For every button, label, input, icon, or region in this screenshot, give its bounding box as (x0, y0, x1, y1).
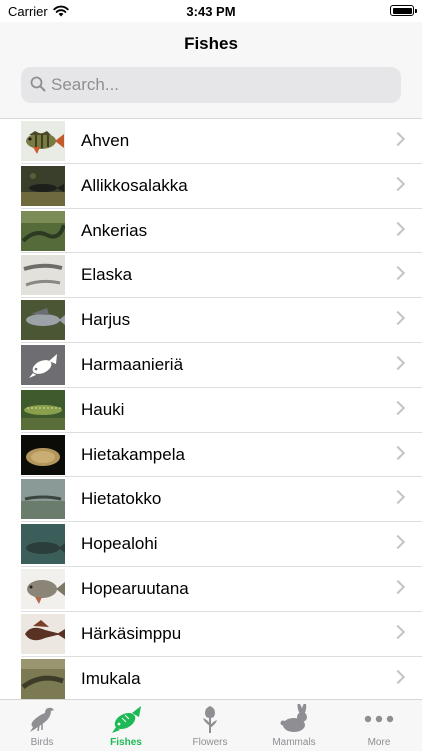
fish-thumbnail (21, 568, 65, 609)
list-item-label: Allikkosalakka (81, 175, 188, 195)
chevron-right-icon (390, 266, 406, 281)
status-bar: Carrier 3:43 PM (0, 0, 422, 22)
chevron-right-icon (390, 535, 406, 550)
tab-birds[interactable]: Birds (0, 700, 84, 751)
fish-thumbnail (21, 524, 65, 565)
status-time: 3:43 PM (186, 4, 236, 19)
battery-icon (390, 5, 417, 16)
list-item[interactable]: Allikkosalakka (0, 164, 422, 209)
list-item[interactable]: Hopealohi (0, 522, 422, 567)
fish-thumbnail (21, 300, 65, 341)
bird-icon (0, 704, 84, 734)
chevron-right-icon (390, 579, 406, 595)
search-bar[interactable] (21, 67, 401, 103)
fish-thumbnail (21, 613, 65, 654)
tab-more[interactable]: More (336, 700, 422, 751)
chevron-right-icon (390, 400, 406, 415)
page-title: Fishes (184, 34, 238, 53)
list-item-label: Hietatokko (81, 489, 162, 509)
fish-thumbnail (21, 389, 65, 430)
chevron-right-icon (390, 624, 406, 639)
chevron-right-icon (390, 311, 406, 326)
list-item-label: Imukala (81, 668, 141, 688)
search-icon (30, 76, 46, 97)
list-item-label: Hauki (81, 399, 125, 419)
list-item[interactable]: Hauki (0, 388, 422, 433)
chevron-right-icon (390, 490, 406, 505)
list-item[interactable]: Hietakampela (0, 433, 422, 478)
tab-label: More (367, 737, 391, 748)
list-item-label: Ankerias (81, 220, 148, 240)
tab-label: Flowers (192, 737, 228, 748)
list-item[interactable]: Hietatokko (0, 477, 422, 523)
fish-placeholder-thumbnail (21, 344, 65, 385)
tab-fishes[interactable]: Fishes (84, 700, 168, 751)
list-item-label: Hopearuutana (81, 578, 189, 598)
rabbit-icon (252, 704, 336, 734)
chevron-right-icon (390, 355, 406, 371)
navigation-bar: Fishes (0, 22, 422, 119)
tab-flowers[interactable]: Flowers (168, 700, 252, 751)
list-item[interactable]: Hopearuutana (0, 567, 422, 612)
tab-label: Mammals (272, 737, 316, 748)
list-item-label: Hietakampela (81, 444, 185, 464)
search-input[interactable] (51, 67, 391, 103)
list-item-label: Hopealohi (81, 534, 158, 554)
list-item[interactable]: Ankerias (0, 209, 422, 254)
list-item-label: Ahven (81, 131, 130, 150)
fish-thumbnail (21, 210, 65, 251)
list-item[interactable]: Harjus (0, 298, 422, 343)
list-item[interactable]: Imukala (0, 657, 422, 699)
fish-thumbnail (21, 658, 65, 699)
tab-bar: Birds Fishes Flowers Mammals More (0, 699, 422, 751)
list-item-label: Härkäsimppu (81, 623, 182, 643)
list-item[interactable]: Harmaanieriä (0, 343, 422, 388)
fish-list: Ahven Allikkosalakka Ankerias Elaska Har… (0, 119, 422, 699)
chevron-right-icon (390, 176, 406, 191)
fish-thumbnail (21, 255, 65, 296)
list-item-label: Harmaanieriä (81, 354, 184, 374)
fish-thumbnail (21, 479, 65, 520)
list-item-label: Harjus (81, 310, 131, 330)
list-item[interactable]: Härkäsimppu (0, 612, 422, 657)
tab-label: Birds (30, 737, 54, 748)
fish-icon (84, 704, 168, 734)
chevron-right-icon (390, 669, 406, 684)
list-item[interactable]: Ahven (0, 119, 422, 164)
chevron-right-icon (390, 131, 406, 147)
tab-label: Fishes (110, 737, 142, 748)
fish-thumbnail (21, 121, 65, 161)
fish-thumbnail (21, 434, 65, 475)
fish-thumbnail (21, 165, 65, 206)
tab-mammals[interactable]: Mammals (252, 700, 336, 751)
list-item[interactable]: Elaska (0, 253, 422, 299)
chevron-right-icon (390, 445, 406, 460)
chevron-right-icon (390, 221, 406, 236)
flower-icon (168, 704, 252, 734)
more-icon (336, 704, 422, 734)
list-item-label: Elaska (81, 265, 133, 285)
